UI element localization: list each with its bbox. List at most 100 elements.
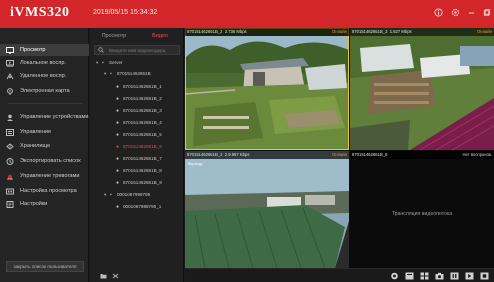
tree-node-label: 870151462651B_3 bbox=[123, 108, 162, 113]
video-tile-3[interactable]: 870151462651B_2 2.9.957 Kbps Онлайн Вера… bbox=[185, 151, 349, 268]
sidebar-item-label: Настройка просмотра bbox=[20, 187, 77, 194]
tree-node-label: 870151462651B_4 bbox=[123, 120, 162, 125]
tree-channel[interactable]: ● 870151462651B_9 bbox=[116, 179, 162, 186]
snapshot-icon[interactable] bbox=[389, 272, 399, 280]
datetime-display: 2019/05/15 15:34:32 bbox=[93, 9, 158, 16]
camera-icon: ● bbox=[116, 107, 120, 114]
device-panel-footer bbox=[90, 272, 184, 282]
device-panel: Просмотр Видео ▾ ▪ Server ▾ ▪ 8701514626… bbox=[90, 28, 184, 282]
view-settings-icon bbox=[6, 188, 14, 195]
sidebar-item-local-playback[interactable]: Локальное воспр. bbox=[0, 58, 89, 69]
camera-icon: ● bbox=[116, 83, 120, 90]
minimize-icon[interactable] bbox=[466, 8, 476, 18]
tree-node-label: 870151462651B bbox=[117, 71, 151, 76]
sidebar-divider bbox=[8, 103, 82, 104]
camera-icon: ● bbox=[116, 203, 120, 210]
sidebar-item-label: Локальное воспр. bbox=[20, 60, 67, 67]
sidebar-item-label: Управление устройствами bbox=[20, 113, 89, 120]
no-stream-message: Трансляция видеопотока bbox=[391, 211, 453, 217]
camera-icon: ● bbox=[116, 167, 120, 174]
sidebar-item-view-settings[interactable]: Настройка просмотра bbox=[0, 184, 89, 198]
ivms-window: iVMS320 2019/05/15 15:34:32 Просмотр Лок… bbox=[0, 0, 494, 282]
sidebar-item-settings[interactable]: Настройки bbox=[0, 199, 89, 210]
device-search bbox=[94, 45, 180, 55]
tree-channel[interactable]: ● 870151462651B_3 bbox=[116, 107, 162, 114]
close-user-list-button[interactable]: закрыть список пользователя bbox=[6, 261, 84, 272]
management-icon bbox=[6, 128, 14, 136]
camera-icon: ● bbox=[116, 95, 120, 102]
sidebar-item-label: Управление bbox=[20, 128, 52, 135]
tree-node-label: 0001087989795_1 bbox=[123, 204, 162, 209]
video-frame-yard bbox=[350, 28, 494, 150]
device-search-input[interactable] bbox=[109, 47, 179, 54]
sidebar-item-label: Управление тревогами bbox=[20, 172, 80, 179]
tree-channel[interactable]: ● 870151462651B_8 bbox=[116, 167, 162, 174]
title-bar: iVMS320 2019/05/15 15:34:32 bbox=[0, 0, 494, 28]
tree-node-label: 870151462651B_7 bbox=[123, 156, 162, 161]
folder-icon[interactable] bbox=[100, 273, 107, 281]
sidebar-item-label: Электронная карта bbox=[20, 88, 70, 95]
sidebar-item-alarm-management[interactable]: Управление тревогами bbox=[0, 169, 89, 183]
sidebar-item-device-management[interactable]: Управление устройствами bbox=[0, 110, 89, 124]
tree-root-server[interactable]: ▾ ▪ Server bbox=[96, 59, 123, 66]
camera-status: Нет воспроизв. bbox=[462, 152, 492, 157]
sidebar-item-label: Хранилище bbox=[20, 142, 51, 149]
refresh-icon[interactable] bbox=[112, 273, 119, 281]
encoder-icon: ▪ bbox=[110, 70, 112, 77]
sidebar-item-preview[interactable]: Просмотр bbox=[0, 44, 89, 56]
camera-title: 870151462651B_6 bbox=[352, 152, 388, 157]
tree-channel-selected[interactable]: ● 870151462651B_6 bbox=[116, 143, 162, 150]
camera-icon: ● bbox=[116, 131, 120, 138]
tree-group[interactable]: ▾ ▪ 0001087989795 bbox=[104, 191, 150, 198]
video-tile-2[interactable]: 870151462651B_3 1.627 Mbps Онлайн bbox=[350, 28, 494, 150]
tree-channel[interactable]: ● 870151462651B_1 bbox=[116, 83, 162, 90]
bitrate: 2.9.957 Kbps bbox=[224, 152, 250, 157]
layout-grid-icon[interactable] bbox=[419, 272, 429, 280]
encoder-icon: ▪ bbox=[110, 191, 112, 198]
stop-icon[interactable] bbox=[479, 272, 489, 280]
camera-title: 870151462651B_2 bbox=[187, 29, 223, 34]
pause-icon[interactable] bbox=[449, 272, 459, 280]
camera-icon: ● bbox=[116, 143, 120, 150]
emap-icon bbox=[6, 88, 14, 95]
video-grid: 870151462651B_2 3.736 Mbps Онлайн 870151… bbox=[185, 28, 494, 268]
camera-status: Онлайн bbox=[332, 29, 347, 34]
playback-toolbar bbox=[185, 268, 494, 282]
tree-node-label: 870151462651B_6 bbox=[123, 144, 162, 149]
tree-node-label: 870151462651B_9 bbox=[123, 180, 162, 185]
tree-group[interactable]: ▾ ▪ 870151462651B bbox=[104, 70, 151, 77]
sidebar-item-emap[interactable]: Электронная карта bbox=[0, 86, 89, 97]
tree-channel[interactable]: ● 870151462651B_2 bbox=[116, 95, 162, 102]
sidebar-item-label: Экспортировать список bbox=[20, 157, 81, 164]
sidebar-item-storage[interactable]: Хранилище bbox=[0, 141, 89, 151]
tab-video[interactable]: Видео bbox=[140, 31, 180, 41]
camera-icon: ● bbox=[116, 179, 120, 186]
remote-playback-icon bbox=[6, 73, 14, 80]
tree-channel[interactable]: ● 870151462651B_4 bbox=[116, 119, 162, 126]
bitrate: 3.736 Mbps bbox=[224, 29, 247, 34]
sidebar-item-export-list[interactable]: Экспортировать список bbox=[0, 154, 89, 168]
camera-title: 870151462651B_2 bbox=[187, 152, 223, 157]
sidebar-item-management[interactable]: Управление bbox=[0, 127, 89, 137]
tree-channel[interactable]: ● 870151462651B_7 bbox=[116, 155, 162, 162]
info-icon[interactable] bbox=[433, 8, 443, 18]
video-tile-1[interactable]: 870151462651B_2 3.736 Mbps Онлайн bbox=[185, 28, 349, 150]
camera-status: Онлайн bbox=[477, 29, 492, 34]
tab-preview[interactable]: Просмотр bbox=[94, 31, 134, 41]
camera-icon[interactable] bbox=[434, 272, 444, 280]
sidebar-item-label: Удаленное воспр. bbox=[20, 73, 67, 80]
layout-1x1-icon[interactable] bbox=[404, 272, 414, 280]
tree-channel[interactable]: ● 870151462651B_5 bbox=[116, 131, 162, 138]
tree-channel[interactable]: ● 0001087989795_1 bbox=[116, 203, 161, 210]
sidebar-item-remote-playback[interactable]: Удаленное воспр. bbox=[0, 71, 89, 82]
monitor-icon bbox=[6, 46, 14, 54]
video-tile-header: 870151462651B_3 1.627 Mbps Онлайн bbox=[350, 28, 494, 36]
camera-title: 870151462651B_3 bbox=[352, 29, 388, 34]
play-icon[interactable] bbox=[464, 272, 474, 280]
local-playback-icon bbox=[6, 60, 14, 67]
storage-icon bbox=[6, 142, 14, 150]
server-icon: ▪ bbox=[102, 59, 104, 66]
maximize-icon[interactable] bbox=[481, 8, 491, 18]
video-tile-4[interactable]: 870151462651B_6 Нет воспроизв. Трансляци… bbox=[350, 151, 494, 268]
settings-icon[interactable] bbox=[450, 8, 460, 18]
